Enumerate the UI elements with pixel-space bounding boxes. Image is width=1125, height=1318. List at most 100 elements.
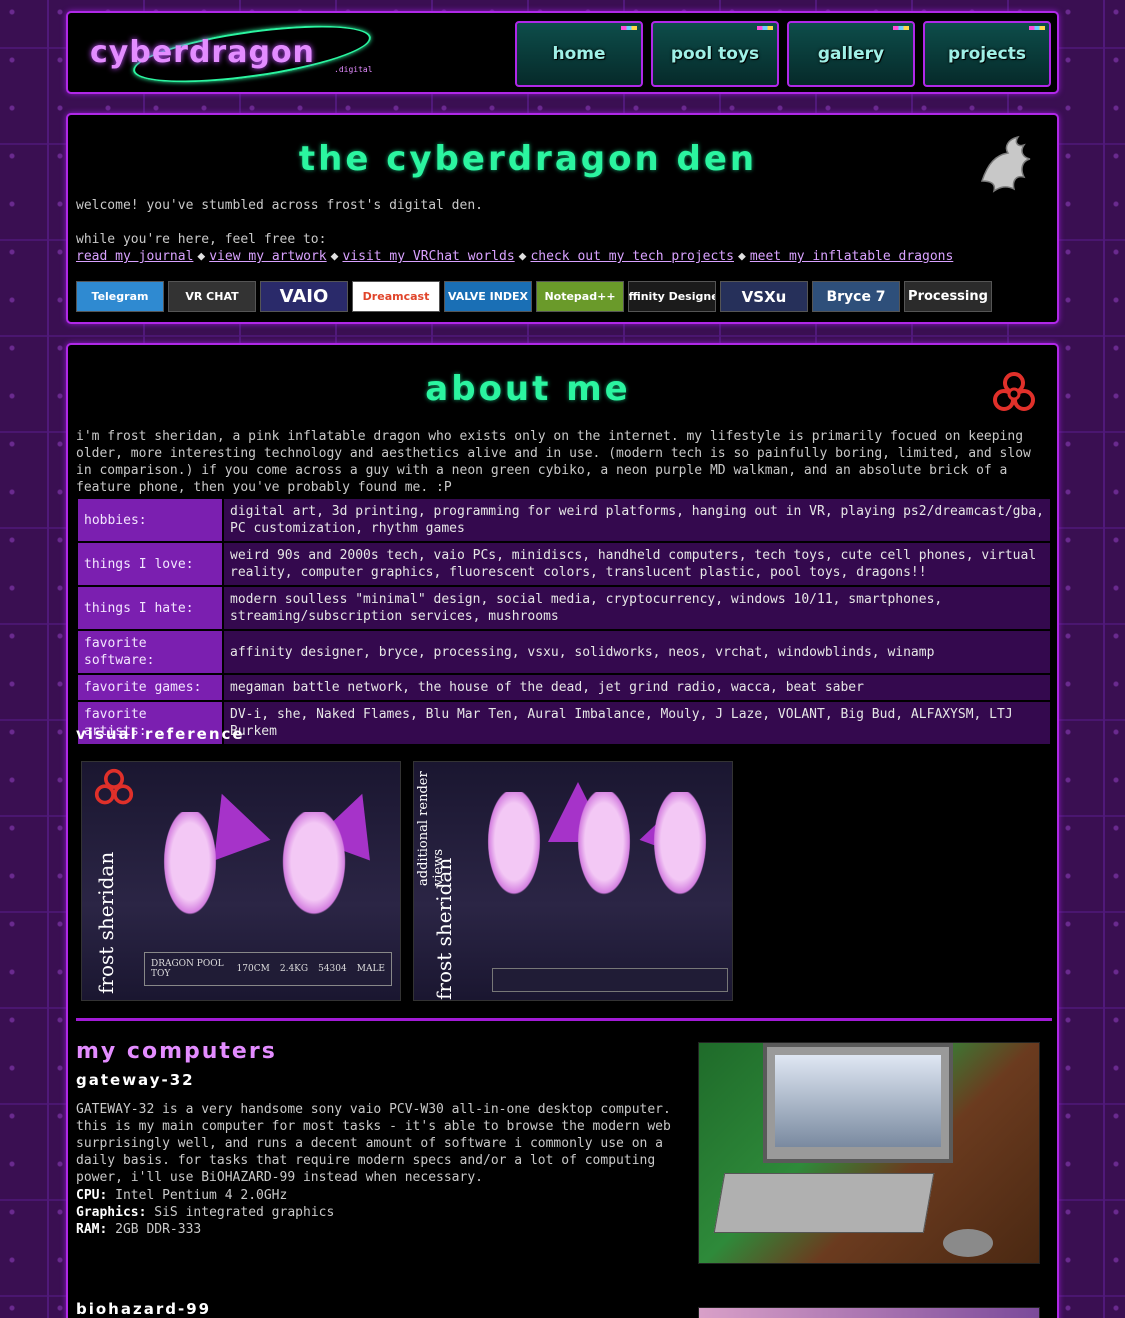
biohazard-photo[interactable]: [698, 1307, 1040, 1318]
mouse-shape: [943, 1229, 993, 1257]
visual-reference-heading: visual reference: [76, 725, 245, 743]
dragon-figure: [160, 812, 220, 922]
row-value: modern soulless "minimal" design, social…: [224, 587, 1050, 629]
spec-label: CPU:: [76, 1188, 108, 1203]
nav-gallery-button[interactable]: gallery: [787, 21, 915, 87]
vrchat-worlds-link[interactable]: visit my VRChat worlds: [342, 249, 514, 264]
tech-projects-link[interactable]: check out my tech projects: [530, 249, 734, 264]
spec-value: SiS integrated graphics: [154, 1205, 335, 1220]
table-row: things I love: weird 90s and 2000s tech, …: [78, 543, 1050, 585]
gateway-specs: CPU: Intel Pentium 4 2.0GHz Graphics: Si…: [76, 1187, 334, 1238]
spec-gender: MALE: [356, 964, 385, 974]
row-label: favorite software:: [78, 631, 222, 673]
biohazard-icon: [94, 768, 134, 805]
bullet: ◆: [737, 249, 746, 264]
badge-row: Telegram VR CHAT VAIO Dreamcast VALVE IN…: [76, 281, 992, 312]
spec-type: DRAGON POOL TOY: [151, 959, 224, 979]
nav-home-label: home: [552, 44, 606, 64]
nav-projects-label: projects: [948, 44, 1026, 64]
welcome-title: the cyberdragon den: [298, 139, 758, 179]
dots-decoration: [1029, 26, 1045, 30]
nav-pool-toys-button[interactable]: pool toys: [651, 21, 779, 87]
color-reference-strip: [492, 968, 728, 992]
nav-pool-toys-label: pool toys: [670, 44, 760, 64]
spec-weight: 2.4KG: [279, 964, 309, 974]
spec-label: RAM:: [76, 1222, 108, 1237]
keyboard-shape: [713, 1173, 935, 1233]
vrchat-badge[interactable]: VR CHAT: [168, 281, 256, 312]
row-value: weird 90s and 2000s tech, vaio PCs, mini…: [224, 543, 1050, 585]
dots-decoration: [757, 26, 773, 30]
inflatable-dragons-link[interactable]: meet my inflatable dragons: [750, 249, 954, 264]
gateway-photo[interactable]: [698, 1042, 1040, 1264]
spec-label: Graphics:: [76, 1205, 147, 1220]
gateway-heading: gateway-32: [76, 1071, 195, 1089]
reference-sheet-image[interactable]: frost sheridan DRAGON POOL TOY 170CM 2.4…: [81, 761, 401, 1001]
spec-row: RAM: 2GB DDR-333: [76, 1221, 334, 1238]
dragon-figure: [484, 792, 544, 902]
render-views-image[interactable]: additional render views frost sheridan: [413, 761, 733, 1001]
logo-text: cyberdragon: [90, 35, 315, 70]
reference-name: frost sheridan: [94, 851, 118, 994]
spec-value: 2GB DDR-333: [115, 1222, 202, 1237]
site-logo[interactable]: cyberdragon .digital: [86, 14, 396, 94]
logo-subtext: .digital: [334, 65, 373, 74]
spec-row: Graphics: SiS integrated graphics: [76, 1204, 334, 1221]
vsxu-badge[interactable]: VSXu: [720, 281, 808, 312]
section-divider: [76, 1018, 1052, 1021]
processing-badge[interactable]: Processing: [904, 281, 992, 312]
table-row: things I hate: modern soulless "minimal" …: [78, 587, 1050, 629]
table-row: favorite software: affinity designer, bry…: [78, 631, 1050, 673]
bullet: ◆: [330, 249, 339, 264]
gateway-description: GATEWAY-32 is a very handsome sony vaio …: [76, 1102, 671, 1185]
row-label: hobbies:: [78, 499, 222, 541]
notepad-badge[interactable]: Notepad++: [536, 281, 624, 312]
computers-heading: my computers: [76, 1039, 277, 1064]
vaio-badge[interactable]: VAIO: [260, 281, 348, 312]
bullet: ◆: [518, 249, 527, 264]
biohazard-icon: [993, 372, 1035, 411]
nav-home-button[interactable]: home: [515, 21, 643, 87]
row-label: favorite games:: [78, 675, 222, 700]
dragon-figure: [278, 812, 350, 922]
table-row: hobbies: digital art, 3d printing, progra…: [78, 499, 1050, 541]
about-title: about me: [425, 369, 631, 409]
valve-index-badge[interactable]: VALVE INDEX: [444, 281, 532, 312]
spec-strip: DRAGON POOL TOY 170CM 2.4KG 54304 MALE: [144, 952, 392, 986]
row-label: things I love:: [78, 543, 222, 585]
telegram-badge[interactable]: Telegram: [76, 281, 164, 312]
row-value: megaman battle network, the house of the…: [224, 675, 1050, 700]
spec-polygons: 54304: [318, 964, 347, 974]
bryce-badge[interactable]: Bryce 7: [812, 281, 900, 312]
monitor-shape: [763, 1043, 953, 1163]
welcome-intro: welcome! you've stumbled across frost's …: [76, 198, 483, 213]
artwork-link[interactable]: view my artwork: [209, 249, 326, 264]
welcome-lead: while you're here, feel free to:: [76, 232, 327, 247]
affinity-designer-badge[interactable]: Affinity Designer: [628, 281, 716, 312]
dragon-silhouette-icon: [980, 135, 1031, 193]
dots-decoration: [621, 26, 637, 30]
dreamcast-badge[interactable]: Dreamcast: [352, 281, 440, 312]
journal-link[interactable]: read my journal: [76, 249, 193, 264]
dragon-figure: [650, 792, 710, 902]
monitor-screen: [775, 1055, 941, 1147]
spec-height: 170CM: [236, 964, 270, 974]
about-bio: i'm frost sheridan, a pink inflatable dr…: [76, 429, 1031, 495]
row-value: digital art, 3d printing, programming fo…: [224, 499, 1050, 541]
about-table: hobbies: digital art, 3d printing, progra…: [76, 497, 1052, 746]
spec-row: CPU: Intel Pentium 4 2.0GHz: [76, 1187, 334, 1204]
biohazard-heading: biohazard-99: [76, 1300, 212, 1318]
nav-projects-button[interactable]: projects: [923, 21, 1051, 87]
site-header: cyberdragon .digital home pool toys gall…: [66, 11, 1059, 94]
reference-name: frost sheridan: [432, 857, 456, 1000]
row-label: things I hate:: [78, 587, 222, 629]
dragon-figure: [574, 792, 634, 902]
row-value: affinity designer, bryce, processing, vs…: [224, 631, 1050, 673]
table-row: favorite games: megaman battle network, t…: [78, 675, 1050, 700]
nav-gallery-label: gallery: [817, 44, 885, 64]
bullet: ◆: [197, 249, 206, 264]
dots-decoration: [893, 26, 909, 30]
row-value: DV-i, she, Naked Flames, Blu Mar Ten, Au…: [224, 702, 1050, 744]
welcome-links: read my journal ◆ view my artwork ◆ visit my…: [76, 248, 953, 265]
welcome-panel: the cyberdragon den welcome! you've stum…: [66, 113, 1059, 324]
